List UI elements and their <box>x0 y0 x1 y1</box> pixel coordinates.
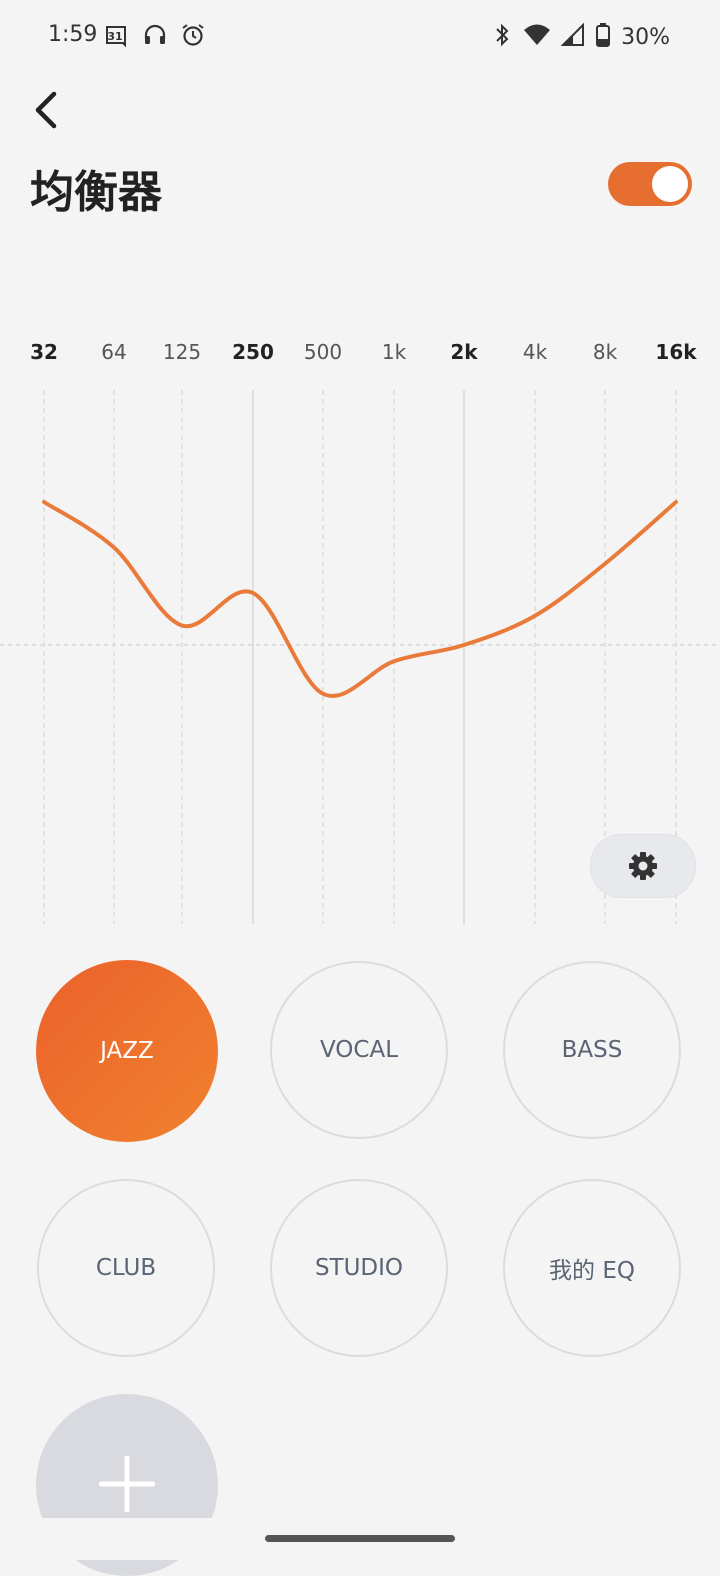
preset-label: 我的 EQ <box>549 1258 635 1284</box>
preset-bass[interactable]: BASS <box>503 961 681 1139</box>
page-title: 均衡器 <box>30 167 162 218</box>
eq-point-500[interactable] <box>320 691 326 697</box>
preset-label: STUDIO <box>314 1255 404 1281</box>
home-indicator[interactable] <box>265 1535 455 1542</box>
wifi-icon <box>523 22 551 52</box>
eq-point-64[interactable] <box>111 545 117 551</box>
eq-point-4k[interactable] <box>532 613 538 619</box>
eq-point-1k[interactable] <box>391 658 397 664</box>
calendar-day: 31 <box>107 30 122 43</box>
preset-label: CLUB <box>95 1255 157 1281</box>
preset-label: JAZZ <box>100 1038 154 1064</box>
tick-label-4k: 4k <box>523 340 548 364</box>
preset-my-eq[interactable]: 我的 EQ <box>503 1179 681 1357</box>
preset-studio[interactable]: STUDIO <box>270 1179 448 1357</box>
tick-label-250: 250 <box>232 340 274 364</box>
eq-point-32[interactable] <box>41 499 47 505</box>
tick-label-64: 64 <box>101 340 126 364</box>
tick-label-2k: 2k <box>450 340 478 364</box>
equalizer-toggle[interactable] <box>608 162 692 206</box>
battery-percent: 30% <box>621 24 670 50</box>
status-time: 1:59 <box>48 22 98 47</box>
tick-label-32: 32 <box>30 340 58 364</box>
tick-label-125: 125 <box>163 340 201 364</box>
alarm-icon <box>180 22 206 52</box>
preset-club[interactable]: CLUB <box>37 1179 215 1357</box>
preset-vocal[interactable]: VOCAL <box>270 961 448 1139</box>
battery-icon <box>595 22 611 52</box>
cell-signal-icon <box>560 22 585 52</box>
eq-point-125[interactable] <box>179 623 185 629</box>
chevron-left-icon <box>35 91 57 129</box>
calendar-icon: 31 <box>104 22 130 52</box>
status-bar: 1:59 31 30% <box>0 0 720 72</box>
preset-label: BASS <box>561 1037 623 1063</box>
tick-label-1k: 1k <box>382 340 407 364</box>
plus-icon <box>99 1456 155 1512</box>
tick-label-16k: 16k <box>655 340 697 364</box>
eq-point-250[interactable] <box>250 590 256 596</box>
bluetooth-icon <box>491 22 513 52</box>
tick-label-500: 500 <box>304 340 342 364</box>
tick-label-8k: 8k <box>593 340 618 364</box>
eq-settings-button[interactable] <box>590 834 696 898</box>
eq-point-16k[interactable] <box>673 499 679 505</box>
eq-point-8k[interactable] <box>602 561 608 567</box>
preset-label: VOCAL <box>319 1037 399 1063</box>
headphones-icon <box>142 22 168 52</box>
toggle-knob <box>652 166 688 202</box>
eq-curve <box>42 500 678 698</box>
gear-icon <box>629 852 657 880</box>
back-button[interactable] <box>22 86 70 134</box>
preset-jazz[interactable]: JAZZ <box>36 960 218 1142</box>
eq-point-2k[interactable] <box>461 642 467 648</box>
